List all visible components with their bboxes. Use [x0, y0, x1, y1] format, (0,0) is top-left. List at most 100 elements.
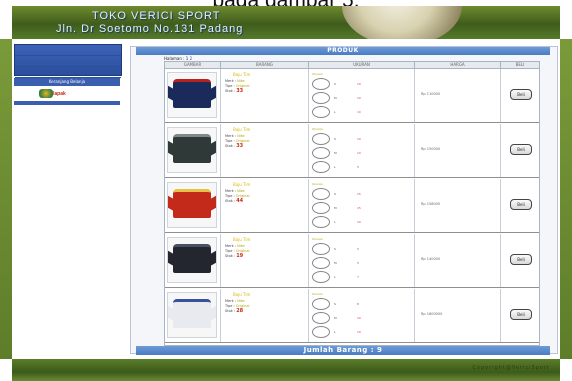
products-table: GAMBAR BARANG UKURAN HARGA BELI Baju Tim…: [164, 61, 540, 346]
size-label: S: [334, 82, 336, 86]
stock-label: Stok :: [225, 144, 236, 148]
sidebar: Keranjang Belanja lapak: [14, 44, 122, 105]
size-label: M: [334, 206, 337, 210]
size-option[interactable]: M5: [312, 257, 408, 270]
size-radio[interactable]: [312, 257, 330, 269]
shirt-image: [168, 299, 216, 328]
shirt-sleeve: [168, 85, 177, 103]
sidebar-logo[interactable]: lapak: [39, 89, 79, 99]
size-option[interactable]: S 10: [312, 133, 408, 146]
stock-value: 33: [236, 143, 244, 149]
size-option[interactable]: S8: [312, 298, 408, 311]
size-option[interactable]: L 10: [312, 106, 408, 119]
size-radio[interactable]: [312, 188, 330, 200]
shirt-image: [168, 189, 216, 218]
size-quantity: 15: [357, 206, 361, 210]
right-border-stripe: [560, 39, 572, 359]
size-quantity: 5: [357, 247, 359, 251]
buy-cell: Beli: [501, 69, 539, 122]
product-image[interactable]: [167, 182, 217, 228]
image-cell: [165, 124, 221, 177]
product-stock: Stok : 28: [225, 309, 243, 314]
size-label: M: [334, 261, 337, 265]
size-label: M: [334, 96, 337, 100]
image-cell: [165, 289, 221, 342]
size-option[interactable]: M 10: [312, 147, 408, 160]
left-border-stripe: [0, 39, 12, 359]
size-radio[interactable]: [312, 271, 330, 283]
buy-button[interactable]: Beli: [510, 144, 532, 155]
buy-cell: Beli: [501, 289, 539, 342]
shirt-image: [168, 244, 216, 273]
product-image[interactable]: [167, 292, 217, 338]
sidebar-item-2[interactable]: [15, 56, 121, 67]
product-row: Baju Tim Merk : Nike Tipe : Original Stok :…: [165, 234, 539, 288]
sidebar-item-3[interactable]: [15, 67, 121, 78]
stock-value: 33: [236, 88, 244, 94]
product-image[interactable]: [167, 72, 217, 118]
size-option[interactable]: S 10: [312, 78, 408, 91]
shirt-image: [168, 79, 216, 108]
size-option[interactable]: M 10: [312, 92, 408, 105]
product-info-cell: Baju Tim Merk : Nike Tipe : Original Stok :…: [221, 179, 309, 232]
shirt-sleeve: [207, 85, 216, 103]
product-stock: Stok : 33: [225, 89, 243, 94]
size-option[interactable]: M 10: [312, 312, 408, 325]
size-option[interactable]: L 10: [312, 326, 408, 339]
size-label: M: [334, 151, 337, 155]
size-option[interactable]: L 10: [312, 216, 408, 229]
size-radio[interactable]: [312, 92, 330, 104]
size-radio[interactable]: [312, 216, 330, 228]
buy-button[interactable]: Beli: [510, 199, 532, 210]
size-quantity: 15: [357, 192, 361, 196]
stock-label: Stok :: [225, 309, 236, 313]
product-row: Baju Tim Merk : Nike Tipe : Original Stok :…: [165, 289, 539, 343]
size-quantity: 7: [357, 275, 359, 279]
size-label: L: [334, 330, 336, 334]
size-option[interactable]: L5: [312, 161, 408, 174]
size-option[interactable]: S5: [312, 243, 408, 256]
buy-button[interactable]: Beli: [510, 254, 532, 265]
sidebar-item-1[interactable]: [15, 45, 121, 56]
size-quantity: 10: [357, 96, 361, 100]
size-radio[interactable]: [312, 312, 330, 324]
merk-label: Merk :: [225, 244, 236, 248]
size-quantity: 10: [357, 220, 361, 224]
product-name: Baju Tim: [233, 182, 251, 187]
column-header-beli: BELI: [515, 62, 525, 67]
size-radio[interactable]: [312, 133, 330, 145]
product-row: Baju Tim Merk : Nike Tipe : Original Stok :…: [165, 69, 539, 123]
size-cell: Ukuran S 5 M 5 L 7: [309, 234, 415, 287]
type-label: Tipe :: [225, 139, 235, 143]
size-label: L: [334, 275, 336, 279]
size-radio[interactable]: [312, 298, 330, 310]
size-label: S: [334, 192, 336, 196]
size-radio[interactable]: [312, 326, 330, 338]
buy-button[interactable]: Beli: [510, 309, 532, 320]
size-radio[interactable]: [312, 106, 330, 118]
size-label: L: [334, 165, 336, 169]
size-radio[interactable]: [312, 147, 330, 159]
size-label: L: [334, 110, 336, 114]
site-header: TOKO VERICI SPORT Jln. Dr Soetomo No.131…: [12, 6, 560, 39]
product-name: Baju Tim: [233, 127, 251, 132]
cart-link[interactable]: Keranjang Belanja: [14, 78, 120, 86]
column-header-barang: BARANG: [221, 62, 309, 68]
price-cell: Rp 1600000: [415, 289, 501, 342]
product-image[interactable]: [167, 127, 217, 173]
buy-button[interactable]: Beli: [510, 89, 532, 100]
merk-label: Merk :: [225, 299, 236, 303]
stock-value: 19: [236, 253, 244, 259]
size-radio[interactable]: [312, 202, 330, 214]
size-option[interactable]: S 15: [312, 188, 408, 201]
product-image[interactable]: [167, 237, 217, 283]
size-cell: Ukuran S 15 M 15 L 10: [309, 179, 415, 232]
size-radio[interactable]: [312, 243, 330, 255]
stock-value: 28: [236, 308, 244, 314]
size-radio[interactable]: [312, 161, 330, 173]
image-cell: [165, 69, 221, 122]
size-radio[interactable]: [312, 78, 330, 90]
size-option[interactable]: L7: [312, 271, 408, 284]
size-option[interactable]: M 15: [312, 202, 408, 215]
shirt-sleeve: [168, 140, 177, 158]
